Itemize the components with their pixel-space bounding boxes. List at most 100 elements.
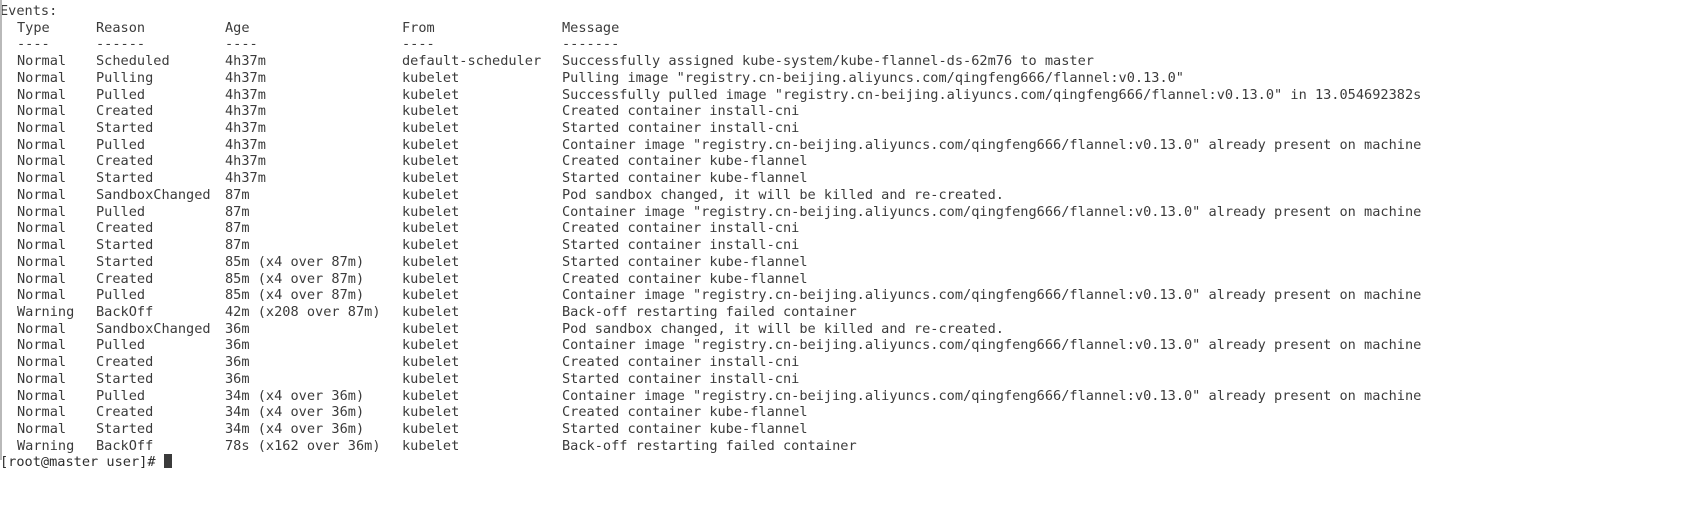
column-rule-age: ----: [225, 36, 258, 53]
cell-message: Pod sandbox changed, it will be killed a…: [562, 186, 1004, 203]
cell-from: kubelet: [402, 103, 460, 120]
cell-reason: Created: [96, 354, 154, 371]
cell-age: 36m: [225, 320, 250, 337]
cell-message: Back-off restarting failed container: [562, 303, 857, 320]
cell-reason: Started: [96, 237, 154, 254]
events-table-rule: ---- ------ ---- ---- -------: [0, 36, 1688, 53]
cell-type: Normal: [17, 253, 67, 270]
table-row: Normal Started 85m (x4 over 87m) kubelet Sta…: [0, 254, 1688, 271]
cell-type: Normal: [17, 420, 67, 437]
cell-from: kubelet: [402, 320, 460, 337]
terminal-window[interactable]: Events: Type Reason Age From Message ---- ---…: [0, 0, 1688, 521]
cell-type: Warning: [17, 303, 75, 320]
cell-from: kubelet: [402, 437, 460, 454]
cell-from: kubelet: [402, 153, 460, 170]
cell-age: 42m (x208 over 87m): [225, 303, 381, 320]
cell-message: Started container kube-flannel: [562, 170, 808, 187]
cell-from: kubelet: [402, 387, 460, 404]
cell-age: 36m: [225, 354, 250, 371]
cell-message: Container image "registry.cn-beijing.ali…: [562, 287, 1422, 304]
cell-reason: Started: [96, 253, 154, 270]
table-row: Normal Created 36m kubelet Created container…: [0, 354, 1688, 371]
table-row: Normal Pulled 85m (x4 over 87m) kubelet Cont…: [0, 287, 1688, 304]
table-row: Normal Created 4h37m kubelet Created contain…: [0, 153, 1688, 170]
table-row: Normal Pulled 36m kubelet Container image "r…: [0, 337, 1688, 354]
table-row: Normal Started 34m (x4 over 36m) kubelet Sta…: [0, 421, 1688, 438]
cell-age: 4h37m: [225, 170, 266, 187]
cell-message: Started container kube-flannel: [562, 253, 808, 270]
cell-type: Normal: [17, 387, 67, 404]
cell-reason: Created: [96, 103, 154, 120]
cell-reason: Started: [96, 170, 154, 187]
cell-type: Warning: [17, 437, 75, 454]
cell-from: kubelet: [402, 220, 460, 237]
cell-message: Container image "registry.cn-beijing.ali…: [562, 337, 1422, 354]
table-row: Normal Pulled 4h37m kubelet Successfully pul…: [0, 87, 1688, 104]
cell-message: Started container install-cni: [562, 237, 800, 254]
cell-reason: Started: [96, 370, 154, 387]
cell-age: 4h37m: [225, 136, 266, 153]
cell-message: Created container install-cni: [562, 354, 800, 371]
cell-reason: Pulled: [96, 203, 146, 220]
cell-message: Created container kube-flannel: [562, 153, 808, 170]
cell-reason: SandboxChanged: [96, 186, 211, 203]
cell-type: Normal: [17, 220, 67, 237]
table-row: Warning BackOff 78s (x162 over 36m) kubelet…: [0, 438, 1688, 455]
text-cursor: [163, 454, 173, 469]
table-row: Normal Scheduled 4h37m default-scheduler Suc…: [0, 53, 1688, 70]
cell-from: kubelet: [402, 287, 460, 304]
cell-reason: Created: [96, 270, 154, 287]
shell-prompt[interactable]: [root@master user]#: [0, 454, 1688, 471]
cell-type: Normal: [17, 136, 67, 153]
table-row: Normal SandboxChanged 87m kubelet Pod sandbo…: [0, 187, 1688, 204]
cell-from: kubelet: [402, 170, 460, 187]
cell-message: Pulling image "registry.cn-beijing.aliyu…: [562, 69, 1184, 86]
table-row: Normal Pulled 87m kubelet Container image "r…: [0, 204, 1688, 221]
table-row: Normal Started 87m kubelet Started container…: [0, 237, 1688, 254]
table-row: Normal Created 87m kubelet Created container…: [0, 220, 1688, 237]
cell-from: kubelet: [402, 237, 460, 254]
cell-from: kubelet: [402, 186, 460, 203]
column-rule-type: ----: [17, 36, 50, 53]
column-rule-message: -------: [562, 36, 620, 53]
cell-reason: SandboxChanged: [96, 320, 211, 337]
terminal-left-border: [0, 0, 2, 460]
cell-from: kubelet: [402, 86, 460, 103]
cell-age: 4h37m: [225, 103, 266, 120]
cell-type: Normal: [17, 354, 67, 371]
cell-message: Back-off restarting failed container: [562, 437, 857, 454]
table-row: Normal Pulled 34m (x4 over 36m) kubelet Cont…: [0, 388, 1688, 405]
cell-age: 87m: [225, 203, 250, 220]
table-row: Normal Pulled 4h37m kubelet Container image …: [0, 137, 1688, 154]
cell-age: 4h37m: [225, 120, 266, 137]
cell-type: Normal: [17, 103, 67, 120]
cell-type: Normal: [17, 270, 67, 287]
column-header-type: Type: [17, 19, 50, 36]
cell-from: kubelet: [402, 337, 460, 354]
cell-type: Normal: [17, 337, 67, 354]
cell-age: 85m (x4 over 87m): [225, 270, 365, 287]
column-header-reason: Reason: [96, 19, 146, 36]
cell-type: Normal: [17, 120, 67, 137]
cell-reason: BackOff: [96, 437, 154, 454]
cell-type: Normal: [17, 153, 67, 170]
cell-message: Started container install-cni: [562, 120, 800, 137]
cell-from: kubelet: [402, 69, 460, 86]
table-row: Warning BackOff 42m (x208 over 87m) kubelet…: [0, 304, 1688, 321]
cell-age: 34m (x4 over 36m): [225, 420, 365, 437]
cell-type: Normal: [17, 69, 67, 86]
table-row: Normal Started 4h37m kubelet Started contain…: [0, 170, 1688, 187]
cell-from: kubelet: [402, 203, 460, 220]
cell-message: Container image "registry.cn-beijing.ali…: [562, 387, 1422, 404]
table-row: Normal Created 85m (x4 over 87m) kubelet Cre…: [0, 271, 1688, 288]
cell-from: kubelet: [402, 270, 460, 287]
cell-age: 4h37m: [225, 69, 266, 86]
cell-age: 4h37m: [225, 53, 266, 70]
cell-from: kubelet: [402, 136, 460, 153]
cell-from: kubelet: [402, 120, 460, 137]
cell-reason: Pulling: [96, 69, 154, 86]
cell-reason: Created: [96, 153, 154, 170]
column-header-from: From: [402, 19, 435, 36]
cell-age: 87m: [225, 186, 250, 203]
table-row: Normal Started 4h37m kubelet Started contain…: [0, 120, 1688, 137]
